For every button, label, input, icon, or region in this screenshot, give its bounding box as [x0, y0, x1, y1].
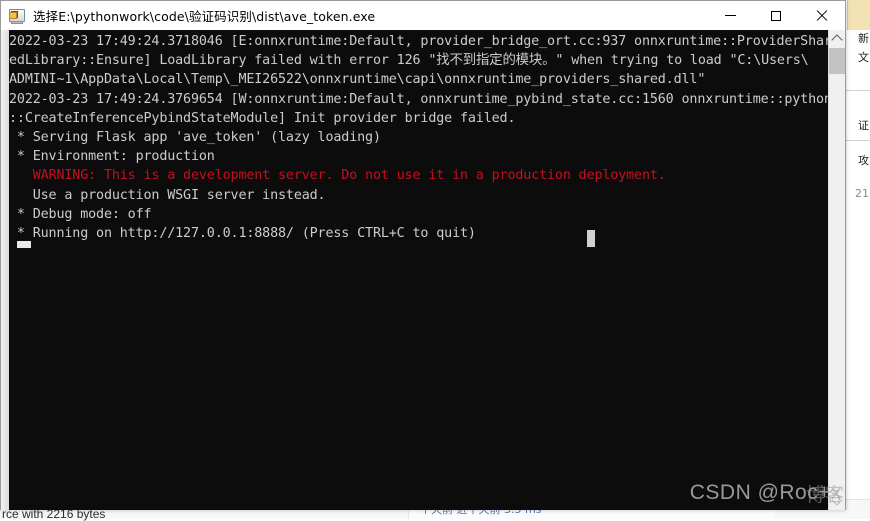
terminal-line: 2022-03-23 17:49:24.3769654 [W:onnxrunti… [9, 90, 832, 109]
terminal-line: * Environment: production [9, 147, 832, 166]
background-window-tab-strip [847, 0, 870, 30]
terminal-output-area[interactable]: 2022-03-23 17:49:24.3718046 [E:onnxrunti… [9, 30, 837, 510]
terminal-prompt-caret [17, 241, 31, 248]
terminal-cursor [587, 230, 595, 247]
background-divider-2 [843, 140, 870, 141]
terminal-text: 2022-03-23 17:49:24.3718046 [E:onnxrunti… [9, 32, 832, 243]
minimize-button[interactable] [707, 1, 753, 30]
close-icon [816, 10, 828, 22]
close-button[interactable] [799, 1, 845, 30]
background-label-1: 文 [858, 52, 869, 64]
background-label-4: 21 [855, 188, 869, 200]
title-bar[interactable]: 选择E:\pythonwork\code\验证码识别\dist\ave_toke… [1, 1, 845, 31]
console-scrollbar[interactable] [828, 30, 845, 510]
maximize-icon [771, 11, 781, 21]
maximize-button[interactable] [753, 1, 799, 30]
console-left-edge [1, 30, 9, 510]
terminal-line: * Serving Flask app 'ave_token' (lazy lo… [9, 128, 832, 147]
console-window[interactable]: 选择E:\pythonwork\code\验证码识别\dist\ave_toke… [0, 0, 846, 510]
terminal-line: * Running on http://127.0.0.1:8888/ (Pre… [9, 224, 832, 243]
window-title: 选择E:\pythonwork\code\验证码识别\dist\ave_toke… [33, 6, 375, 25]
background-label-3: 攻 [858, 155, 869, 167]
terminal-line: * Debug mode: off [9, 205, 832, 224]
console-body: 2022-03-23 17:49:24.3718046 [E:onnxrunti… [1, 30, 845, 510]
scrollbar-thumb[interactable] [829, 48, 845, 74]
scrollbar-down-button[interactable] [829, 493, 845, 510]
terminal-line: WARNING: This is a development server. D… [9, 166, 832, 185]
background-label-0: 新 [858, 33, 869, 45]
chevron-down-icon [831, 494, 842, 505]
terminal-line: ::CreateInferencePybindStateModule] Init… [9, 109, 832, 128]
window-controls [707, 1, 845, 30]
scrollbar-up-button[interactable] [829, 30, 845, 47]
background-divider-1 [843, 90, 870, 91]
minimize-icon [725, 15, 736, 16]
terminal-line: ADMINI~1\AppData\Local\Temp\_MEI26522\on… [9, 70, 832, 89]
terminal-line: edLibrary::Ensure] LoadLibrary failed wi… [9, 51, 832, 70]
terminal-line: Use a production WSGI server instead. [9, 186, 832, 205]
chevron-up-icon [831, 34, 842, 45]
background-label-2: 证 [858, 120, 869, 132]
terminal-line: 2022-03-23 17:49:24.3718046 [E:onnxrunti… [9, 32, 832, 51]
console-app-icon [9, 8, 25, 24]
